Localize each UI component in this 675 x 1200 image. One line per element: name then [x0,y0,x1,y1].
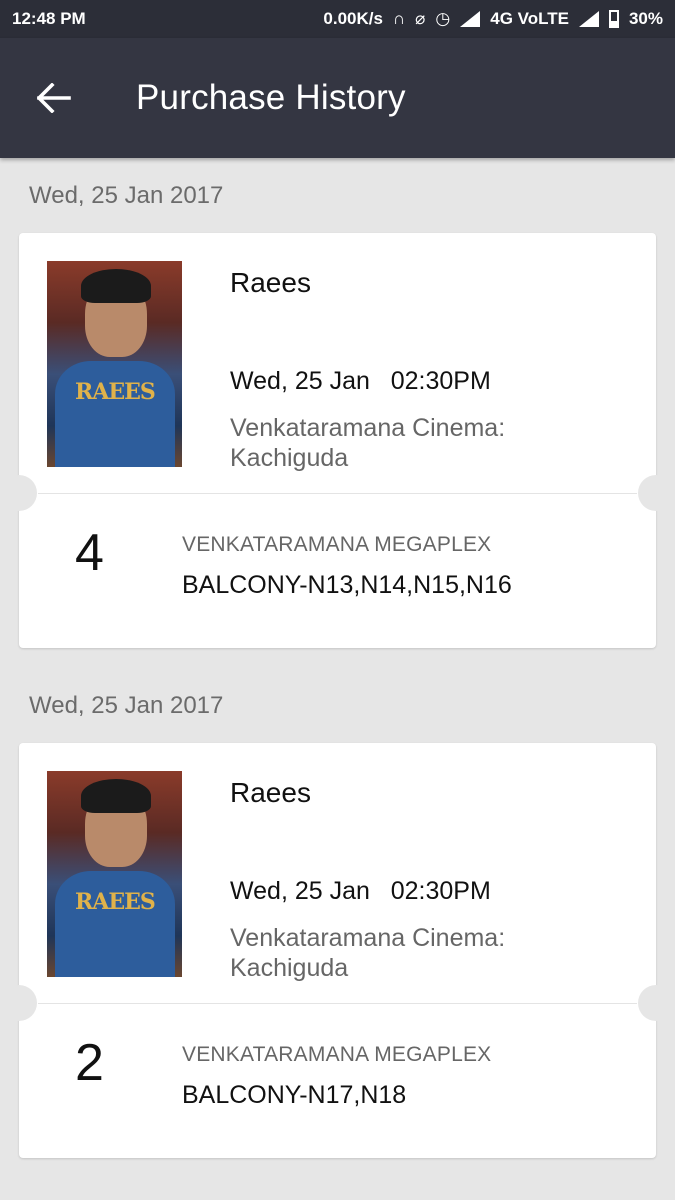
page-title: Purchase History [136,78,406,117]
ticket-count: 2 [75,1034,104,1092]
cinema-name: VENKATARAMANA MEGAPLEX [182,533,492,556]
signal-icon [460,11,481,27]
movie-poster: RAEES [47,261,182,467]
signal-icon-2 [578,11,599,27]
headphones-icon: ∩ [392,9,406,28]
purchase-list: Wed, 25 Jan 2017 RAEES Raees Wed, 25 Jan… [0,158,675,1158]
date-header: Wed, 25 Jan 2017 [29,691,224,719]
movie-poster: RAEES [47,771,182,977]
cinema-name: VENKATARAMANA MEGAPLEX [182,1043,492,1066]
movie-title: Raees [230,777,311,808]
seat-numbers: BALCONY-N17,N18 [182,1081,407,1109]
poster-shirt [55,871,175,977]
poster-logo: RAEES [75,379,156,405]
ticket-info: 2 VENKATARAMANA MEGAPLEX BALCONY-N17,N18 [19,1003,656,1158]
purchase-card[interactable]: RAEES Raees Wed, 25 Jan 02:30PM Venkatar… [1,233,674,648]
muted-bell-icon: ⌀ [415,9,426,28]
poster-hair [81,269,151,303]
ticket-info: 4 VENKATARAMANA MEGAPLEX BALCONY-N13,N14… [19,493,656,648]
battery-level: 30% [628,9,663,28]
venue-name: Venkataramana Cinema: Kachiguda [230,924,506,982]
seat-numbers: BALCONY-N13,N14,N15,N16 [182,571,512,599]
status-time: 12:48 PM [12,9,86,28]
back-arrow-icon [37,83,71,113]
ticket-count: 4 [75,524,104,582]
show-time: Wed, 25 Jan 02:30PM [230,367,491,395]
alarm-icon: ◷ [435,9,451,28]
battery-icon [608,10,619,28]
date-header: Wed, 25 Jan 2017 [29,181,224,209]
purchase-card[interactable]: RAEES Raees Wed, 25 Jan 02:30PM Venkatar… [1,743,674,1158]
app-toolbar: Purchase History [0,38,675,158]
movie-info: RAEES Raees Wed, 25 Jan 02:30PM Venkatar… [19,233,656,493]
poster-logo: RAEES [75,889,156,915]
network-type: 4G VoLTE [490,9,569,28]
back-button[interactable] [24,68,84,128]
poster-shirt [55,361,175,467]
movie-info: RAEES Raees Wed, 25 Jan 02:30PM Venkatar… [19,743,656,1003]
show-time: Wed, 25 Jan 02:30PM [230,877,491,905]
poster-hair [81,779,151,813]
venue-name: Venkataramana Cinema: Kachiguda [230,414,506,472]
status-bar: 12:48 PM 0.00K/s ∩ ⌀ ◷ 4G VoLTE 30% [0,0,675,38]
status-indicators: 0.00K/s ∩ ⌀ ◷ 4G VoLTE 30% [323,9,663,29]
movie-title: Raees [230,267,311,298]
net-speed: 0.00K/s [323,9,383,28]
